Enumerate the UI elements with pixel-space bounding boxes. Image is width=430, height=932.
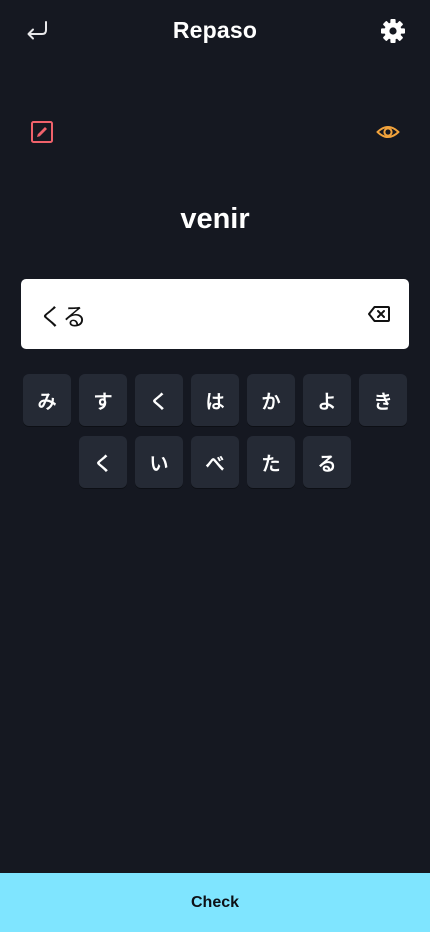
answer-input[interactable]: くる: [21, 279, 409, 349]
key[interactable]: く: [79, 436, 127, 488]
key[interactable]: い: [135, 436, 183, 488]
edit-button[interactable]: [29, 119, 55, 145]
keyboard-row-2: く い べ た る: [79, 436, 351, 488]
key[interactable]: は: [191, 374, 239, 426]
key[interactable]: く: [135, 374, 183, 426]
answer-value: くる: [39, 303, 87, 331]
gear-icon: [381, 19, 405, 43]
eye-icon: [376, 126, 400, 138]
header: Repaso: [0, 0, 430, 62]
key[interactable]: よ: [303, 374, 351, 426]
backspace-icon: [368, 306, 390, 322]
key[interactable]: た: [247, 436, 295, 488]
key[interactable]: る: [303, 436, 351, 488]
key[interactable]: み: [23, 374, 71, 426]
backspace-button[interactable]: [367, 303, 391, 325]
key[interactable]: べ: [191, 436, 239, 488]
key[interactable]: か: [247, 374, 295, 426]
keyboard-row-1: み す く は か よ き: [23, 374, 407, 426]
app-screen: Repaso venir くる み す く は か よ き く い べ た る …: [0, 0, 430, 932]
settings-button[interactable]: [378, 16, 408, 46]
key[interactable]: す: [79, 374, 127, 426]
check-button[interactable]: Check: [0, 873, 430, 932]
key[interactable]: き: [359, 374, 407, 426]
reveal-answer-button[interactable]: [375, 119, 401, 145]
edit-pencil-icon: [31, 121, 53, 143]
prompt-word: venir: [180, 203, 250, 235]
page-title: Repaso: [172, 17, 258, 43]
